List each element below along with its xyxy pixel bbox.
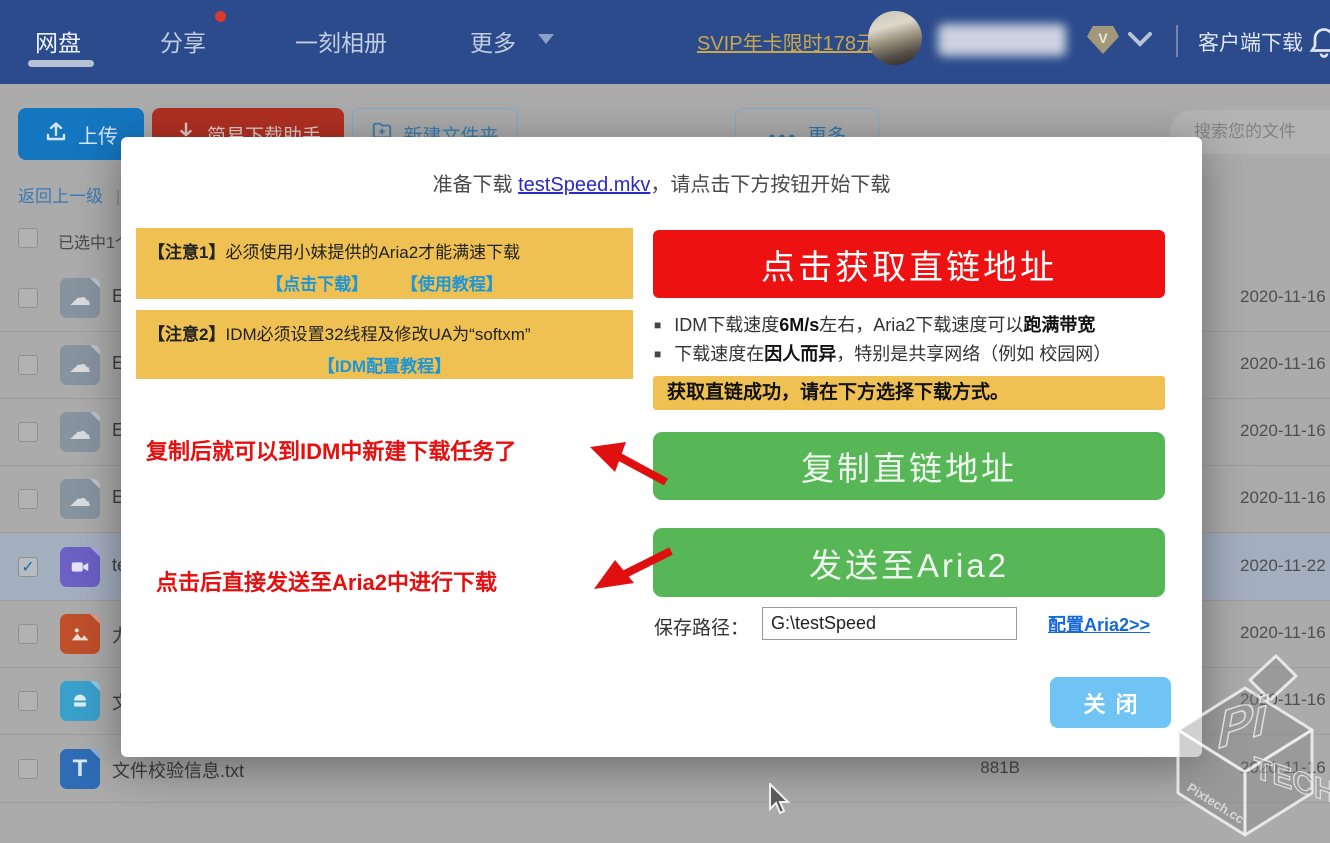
save-path-input[interactable]	[762, 607, 1017, 640]
speed-note-1-text: IDM下载速度	[674, 315, 779, 335]
active-tab-underline	[28, 60, 94, 67]
file-size: 881B	[930, 758, 1020, 778]
header-divider	[1176, 25, 1178, 57]
speed-note-2-mid: ，特别是共享网络（例如 校园网）	[836, 344, 1111, 364]
mouse-cursor	[768, 783, 794, 820]
file-date: 2020-11-16	[1240, 421, 1326, 441]
avatar[interactable]	[868, 11, 922, 65]
nav-more-caret-icon	[538, 34, 554, 44]
configure-aria2-link[interactable]: 配置Aria2>>	[1048, 611, 1150, 637]
top-navbar: 网盘 分享 一刻相册 更多 SVIP年卡限时178元 V 客户端下载	[0, 0, 1330, 84]
notice1-text: 必须使用小妹提供的Aria2才能满速下载	[225, 243, 520, 262]
file-name[interactable]: 文件校验信息.txt	[112, 757, 244, 783]
success-status-bar: 获取直链成功，请在下方选择下载方式。	[653, 376, 1165, 410]
red-arrow-icon	[591, 545, 675, 593]
speed-note-1-bold2: 跑满带宽	[1023, 315, 1095, 335]
svip-promo-link[interactable]: SVIP年卡限时178元	[697, 27, 876, 56]
notice2-text: IDM必须设置32线程及修改UA为“softxm”	[225, 325, 530, 344]
file-date: 2020-11-16	[1240, 488, 1326, 508]
row-checkbox-checked[interactable]: ✓	[18, 557, 38, 577]
dialog-title-post: ，请点击下方按钮开始下载	[650, 174, 890, 196]
idm-config-tutorial-link[interactable]: 【IDM配置教程】	[318, 357, 451, 376]
nav-tab-netdisk[interactable]: 网盘	[35, 24, 81, 58]
speed-note-1-mid: 左右，Aria2下载速度可以	[819, 315, 1023, 335]
row-checkbox[interactable]	[18, 759, 38, 779]
copy-annotation: 复制后就可以到IDM中新建下载任务了	[146, 434, 516, 466]
video-file-icon	[60, 547, 100, 587]
upload-icon	[44, 119, 68, 149]
row-checkbox[interactable]	[18, 422, 38, 442]
nav-tab-album[interactable]: 一刻相册	[295, 24, 387, 58]
notice-box-1: 【注意1】必须使用小妹提供的Aria2才能满速下载 【点击下载】 【使用教程】	[136, 228, 633, 299]
usage-tutorial-link[interactable]: 【使用教程】	[401, 275, 503, 294]
breadcrumb-separator: |	[116, 187, 120, 206]
cloud-file-icon: ☁	[60, 278, 100, 318]
save-path-label: 保存路径：	[654, 613, 749, 640]
file-date: 2020-11-16	[1240, 354, 1326, 374]
red-arrow-icon	[588, 440, 672, 485]
notice2-tag: 【注意2】	[148, 325, 225, 344]
speed-note-1: IDM下载速度6M/s左右，Aria2下载速度可以跑满带宽	[654, 311, 1174, 337]
watermark-logo: Pi TECH Pixtech.cc	[1158, 638, 1330, 843]
image-file-icon	[60, 614, 100, 654]
dialog-title: 准备下载 testSpeed.mkv，请点击下方按钮开始下载	[121, 168, 1202, 197]
row-checkbox[interactable]	[18, 489, 38, 509]
speed-note-2-bold: 因人而异	[764, 344, 836, 364]
download-dialog: 准备下载 testSpeed.mkv，请点击下方按钮开始下载 【注意1】必须使用…	[121, 137, 1202, 757]
dialog-title-pre: 准备下载	[433, 174, 519, 196]
client-download-link[interactable]: 客户端下载	[1198, 27, 1303, 57]
send-to-aria2-button[interactable]: 发送至Aria2	[653, 528, 1165, 597]
cloud-file-icon: ☁	[60, 412, 100, 452]
account-chevron-down-icon[interactable]	[1128, 32, 1152, 52]
row-checkbox[interactable]	[18, 355, 38, 375]
archive-file-icon	[60, 681, 100, 721]
get-direct-link-button[interactable]: 点击获取直链地址	[653, 230, 1165, 298]
speed-note-2: 下载速度在因人而异，特别是共享网络（例如 校园网）	[654, 340, 1174, 366]
text-file-icon: T	[60, 749, 100, 789]
close-button[interactable]: 关闭	[1050, 677, 1171, 728]
upload-label: 上传	[78, 120, 118, 149]
file-link[interactable]: testSpeed.mkv	[518, 174, 650, 196]
file-date: 2020-11-22	[1240, 556, 1326, 576]
notice-box-2: 【注意2】IDM必须设置32线程及修改UA为“softxm” 【IDM配置教程】	[136, 310, 633, 379]
cloud-file-icon: ☁	[60, 479, 100, 519]
cloud-file-icon: ☁	[60, 345, 100, 385]
copy-direct-link-button[interactable]: 复制直链地址	[653, 432, 1165, 500]
bell-icon[interactable]	[1306, 22, 1330, 63]
row-checkbox[interactable]	[18, 691, 38, 711]
aria2-annotation: 点击后直接发送至Aria2中进行下载	[156, 565, 497, 597]
notification-dot	[215, 11, 226, 22]
row-checkbox[interactable]	[18, 288, 38, 308]
speed-note-1-bold: 6M/s	[779, 315, 819, 335]
censored-username	[938, 24, 1066, 56]
select-all-checkbox[interactable]	[18, 228, 38, 248]
vip-badge-icon: V	[1087, 26, 1119, 54]
notice1-tag: 【注意1】	[148, 243, 225, 262]
nav-tab-share[interactable]: 分享	[160, 24, 206, 58]
row-checkbox[interactable]	[18, 624, 38, 644]
back-up-level-link[interactable]: 返回上一级	[18, 187, 103, 206]
nav-tab-more[interactable]: 更多	[470, 24, 516, 58]
aria2-download-link[interactable]: 【点击下载】	[266, 275, 368, 294]
file-date: 2020-11-16	[1240, 287, 1326, 307]
speed-note-2-text: 下载速度在	[674, 344, 764, 364]
